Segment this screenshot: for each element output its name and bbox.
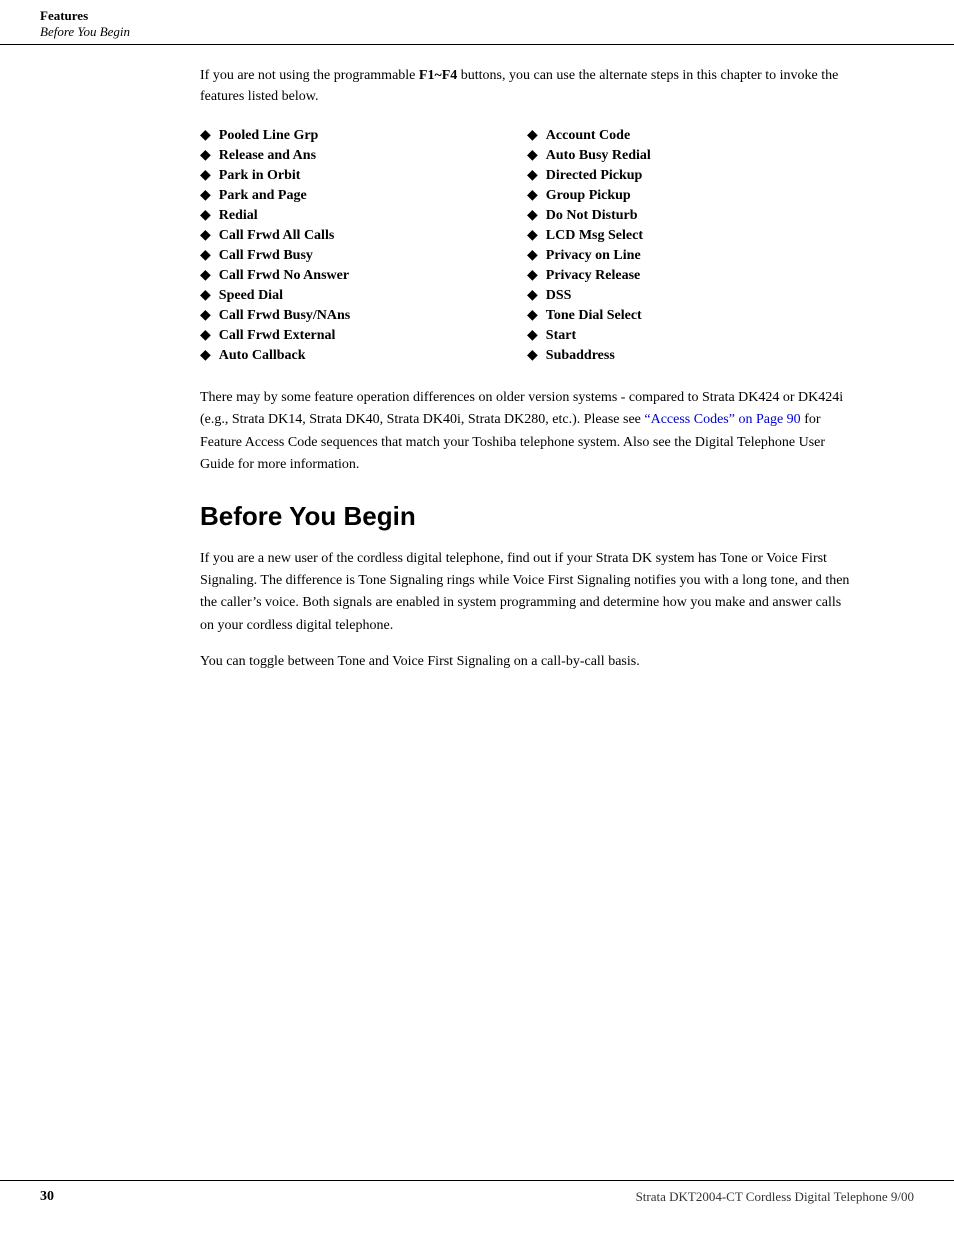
feature-label: Tone Dial Select bbox=[546, 308, 642, 324]
feature-label: Release and Ans bbox=[219, 148, 316, 164]
description-paragraph: There may by some feature operation diff… bbox=[200, 387, 854, 477]
bullet-icon: ◆ bbox=[527, 167, 538, 184]
feature-label: Account Code bbox=[546, 128, 630, 144]
bullet-icon: ◆ bbox=[200, 207, 211, 224]
feature-label: DSS bbox=[546, 288, 572, 304]
bullet-icon: ◆ bbox=[527, 147, 538, 164]
bullet-icon: ◆ bbox=[527, 327, 538, 344]
feature-label: Call Frwd External bbox=[219, 328, 336, 344]
list-item: ◆ Call Frwd Busy bbox=[200, 247, 527, 264]
list-item: ◆ Group Pickup bbox=[527, 187, 854, 204]
list-item: ◆ Auto Callback bbox=[200, 347, 527, 364]
bullet-icon: ◆ bbox=[200, 287, 211, 304]
feature-label: Subaddress bbox=[546, 348, 615, 364]
list-item: ◆ Tone Dial Select bbox=[527, 307, 854, 324]
list-item: ◆ Call Frwd All Calls bbox=[200, 227, 527, 244]
feature-label: Directed Pickup bbox=[546, 168, 643, 184]
feature-label: Start bbox=[546, 328, 576, 344]
bullet-icon: ◆ bbox=[200, 327, 211, 344]
list-item: ◆ Pooled Line Grp bbox=[200, 127, 527, 144]
bullet-icon: ◆ bbox=[527, 227, 538, 244]
feature-label: LCD Msg Select bbox=[546, 228, 643, 244]
bullet-icon: ◆ bbox=[200, 187, 211, 204]
list-item: ◆ Subaddress bbox=[527, 347, 854, 364]
feature-label: Park and Page bbox=[219, 188, 307, 204]
list-item: ◆ LCD Msg Select bbox=[527, 227, 854, 244]
features-list-container: ◆ Pooled Line Grp ◆ Release and Ans ◆ Pa… bbox=[200, 127, 854, 367]
list-item: ◆ Auto Busy Redial bbox=[527, 147, 854, 164]
list-item: ◆ Start bbox=[527, 327, 854, 344]
header-subsection-label: Before You Begin bbox=[40, 24, 914, 40]
list-item: ◆ Call Frwd External bbox=[200, 327, 527, 344]
bullet-icon: ◆ bbox=[200, 347, 211, 364]
section-paragraph-1: If you are a new user of the cordless di… bbox=[200, 548, 854, 638]
features-right-column: ◆ Account Code ◆ Auto Busy Redial ◆ Dire… bbox=[527, 127, 854, 367]
bullet-icon: ◆ bbox=[200, 247, 211, 264]
bullet-icon: ◆ bbox=[200, 167, 211, 184]
list-item: ◆ Directed Pickup bbox=[527, 167, 854, 184]
list-item: ◆ Redial bbox=[200, 207, 527, 224]
header-bar: Features Before You Begin bbox=[0, 0, 954, 45]
feature-label: Privacy on Line bbox=[546, 248, 641, 264]
list-item: ◆ Call Frwd No Answer bbox=[200, 267, 527, 284]
features-left-column: ◆ Pooled Line Grp ◆ Release and Ans ◆ Pa… bbox=[200, 127, 527, 367]
feature-label: Redial bbox=[219, 208, 258, 224]
bullet-icon: ◆ bbox=[527, 247, 538, 264]
bullet-icon: ◆ bbox=[527, 187, 538, 204]
feature-label: Group Pickup bbox=[546, 188, 631, 204]
feature-label: Privacy Release bbox=[546, 268, 640, 284]
bullet-icon: ◆ bbox=[527, 307, 538, 324]
list-item: ◆ Account Code bbox=[527, 127, 854, 144]
list-item: ◆ Do Not Disturb bbox=[527, 207, 854, 224]
feature-label: Call Frwd No Answer bbox=[219, 268, 349, 284]
feature-label: Speed Dial bbox=[219, 288, 283, 304]
feature-label: Call Frwd Busy bbox=[219, 248, 313, 264]
bullet-icon: ◆ bbox=[527, 127, 538, 144]
section-paragraph-2: You can toggle between Tone and Voice Fi… bbox=[200, 651, 854, 673]
main-content: If you are not using the programmable F1… bbox=[0, 45, 954, 708]
section-heading: Before You Begin bbox=[200, 501, 854, 532]
list-item: ◆ Call Frwd Busy/NAns bbox=[200, 307, 527, 324]
footer-document-title: Strata DKT2004-CT Cordless Digital Telep… bbox=[636, 1189, 914, 1205]
feature-label: Auto Callback bbox=[219, 348, 306, 364]
list-item: ◆ Release and Ans bbox=[200, 147, 527, 164]
bullet-icon: ◆ bbox=[200, 147, 211, 164]
list-item: ◆ Park and Page bbox=[200, 187, 527, 204]
list-item: ◆ Privacy Release bbox=[527, 267, 854, 284]
feature-label: Park in Orbit bbox=[219, 168, 301, 184]
feature-label: Pooled Line Grp bbox=[219, 128, 319, 144]
feature-label: Call Frwd All Calls bbox=[219, 228, 335, 244]
bullet-icon: ◆ bbox=[200, 227, 211, 244]
list-item: ◆ DSS bbox=[527, 287, 854, 304]
bullet-icon: ◆ bbox=[527, 267, 538, 284]
bullet-icon: ◆ bbox=[200, 267, 211, 284]
access-codes-link[interactable]: “Access Codes” on Page 90 bbox=[644, 412, 800, 427]
footer-page-number: 30 bbox=[40, 1189, 54, 1205]
bullet-icon: ◆ bbox=[527, 347, 538, 364]
bullet-icon: ◆ bbox=[527, 207, 538, 224]
feature-label: Auto Busy Redial bbox=[546, 148, 651, 164]
list-item: ◆ Speed Dial bbox=[200, 287, 527, 304]
list-item: ◆ Privacy on Line bbox=[527, 247, 854, 264]
list-item: ◆ Park in Orbit bbox=[200, 167, 527, 184]
page-container: Features Before You Begin If you are not… bbox=[0, 0, 954, 1235]
bullet-icon: ◆ bbox=[200, 127, 211, 144]
feature-label: Do Not Disturb bbox=[546, 208, 638, 224]
f1f4-code: F1~F4 bbox=[419, 68, 457, 83]
footer-bar: 30 Strata DKT2004-CT Cordless Digital Te… bbox=[0, 1180, 954, 1205]
bullet-icon: ◆ bbox=[200, 307, 211, 324]
header-section-label: Features bbox=[40, 8, 914, 24]
feature-label: Call Frwd Busy/NAns bbox=[219, 308, 350, 324]
bullet-icon: ◆ bbox=[527, 287, 538, 304]
intro-paragraph: If you are not using the programmable F1… bbox=[200, 65, 854, 107]
